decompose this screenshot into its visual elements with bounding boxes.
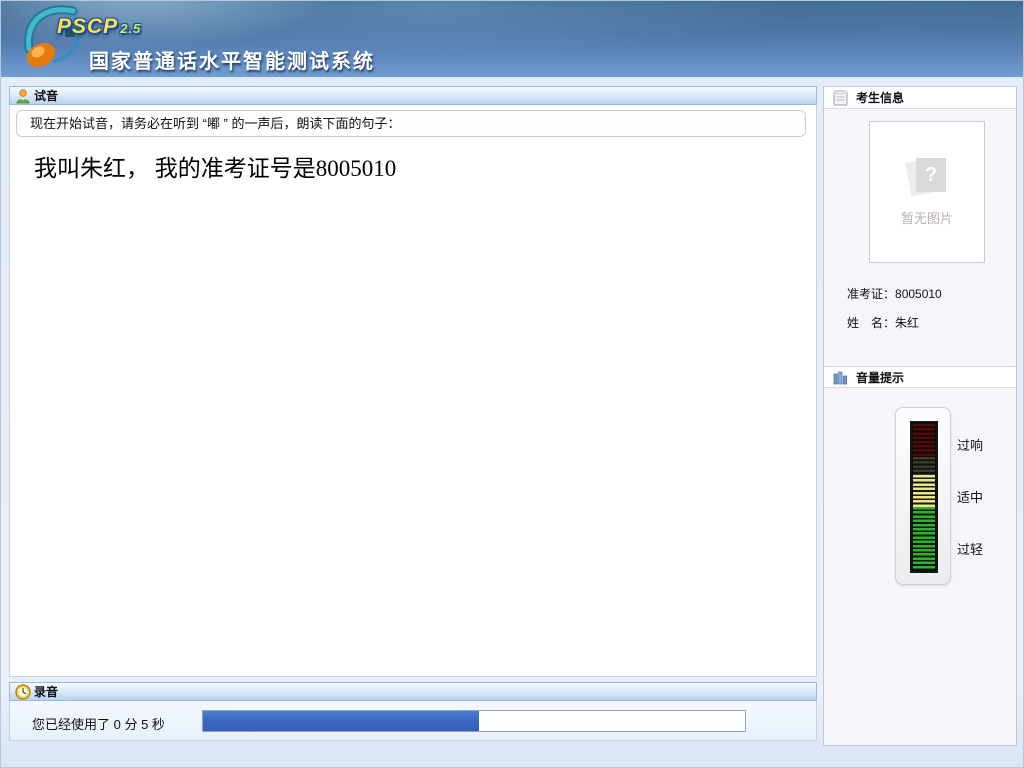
volume-meter-bar (910, 421, 938, 573)
volume-hint-header: 音量提示 (824, 366, 1016, 388)
volume-meter (895, 407, 951, 585)
logo-pscp-text: PSCP (57, 15, 118, 38)
person-icon (15, 88, 31, 104)
sound-test-section-header: 试音 (9, 86, 817, 105)
name-label: 姓 名： (847, 316, 895, 330)
admission-number-line: 准考证：8005010 (847, 285, 942, 302)
admission-number-label: 准考证： (847, 287, 895, 301)
sound-test-content: 现在开始试音，请务必在听到 “嘟 ” 的一声后，朗读下面的句子： 我叫朱红， 我… (9, 105, 817, 677)
no-image-icon: ? (908, 158, 948, 198)
meter-zone-red (913, 424, 935, 457)
sound-test-section-label: 试音 (34, 89, 58, 103)
logo-version: 2.5 (120, 21, 141, 36)
app-title: 国家普通话水平智能测试系统 (89, 45, 375, 74)
time-used-text: 您已经使用了 0 分 5 秒 (32, 714, 165, 733)
examinee-photo-placeholder: ? 暂无图片 (869, 121, 985, 263)
meter-zone-green (913, 507, 935, 570)
admission-number-value: 8005010 (895, 287, 942, 301)
app-header: PSCP2.5 国家普通话水平智能测试系统 (1, 1, 1024, 79)
recording-progress-fill (203, 711, 479, 731)
recording-section-label: 录音 (34, 685, 58, 699)
examinee-panel: 考生信息 ? 暂无图片 准考证：8005010 姓 名：朱红 音量提示 (823, 86, 1017, 746)
recording-progress-bar (202, 710, 746, 732)
meter-zone-unlit (913, 457, 935, 475)
recording-section-header: 录音 (9, 682, 817, 701)
volume-hint-label: 音量提示 (856, 371, 904, 385)
instruction-box: 现在开始试音，请务必在听到 “嘟 ” 的一声后，朗读下面的句子： (16, 110, 806, 137)
clock-icon (15, 684, 31, 700)
examinee-info-header: 考生信息 (824, 87, 1016, 109)
no-photo-label: 暂无图片 (870, 208, 984, 227)
volume-label-too-quiet: 过轻 (957, 539, 983, 558)
name-value: 朱红 (895, 316, 919, 330)
bar-chart-icon (833, 370, 848, 386)
bottom-fade (1, 747, 1024, 767)
volume-label-too-loud: 过响 (957, 435, 983, 454)
meter-zone-yellow (913, 475, 935, 507)
volume-label-moderate: 适中 (957, 487, 983, 506)
recording-status-strip: 您已经使用了 0 分 5 秒 (9, 701, 817, 741)
logo-pscp: PSCP2.5 (57, 15, 141, 39)
app-window: PSCP2.5 国家普通话水平智能测试系统 试音 现在开始试音，请务必在听到 “… (0, 0, 1024, 768)
reading-sentence: 我叫朱红， 我的准考证号是8005010 (34, 149, 396, 183)
clipboard-icon (833, 90, 848, 106)
examinee-info-label: 考生信息 (856, 91, 904, 105)
name-line: 姓 名：朱红 (847, 314, 919, 331)
